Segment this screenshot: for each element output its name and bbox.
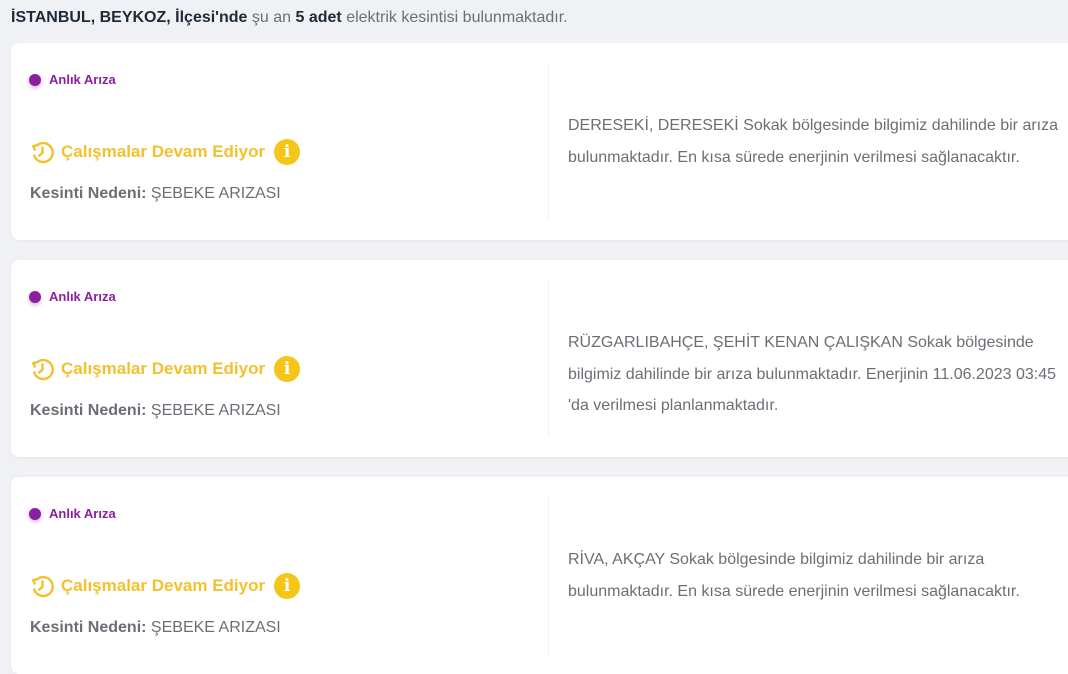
outage-type-label: Anlık Arıza bbox=[49, 506, 116, 521]
outage-card: Anlık Arıza Çalışmalar Devam Ediyor i Ke… bbox=[11, 477, 1068, 674]
outage-type-tag: Anlık Arıza bbox=[29, 72, 116, 87]
outage-reason-value: ŞEBEKE ARIZASI bbox=[150, 402, 281, 419]
outage-message: DERESEKİ, DERESEKİ Sokak bölgesinde bilg… bbox=[568, 117, 1059, 166]
outage-card-left: Anlık Arıza Çalışmalar Devam Ediyor i Ke… bbox=[11, 260, 548, 457]
summary-location: İSTANBUL, BEYKOZ, İlçesi'nde bbox=[11, 9, 248, 26]
outage-type-dot bbox=[29, 73, 41, 86]
outage-status-label: Çalışmalar Devam Ediyor bbox=[61, 576, 266, 595]
card-divider bbox=[548, 63, 549, 220]
outage-reason-label: Kesinti Nedeni: bbox=[30, 619, 147, 636]
outage-summary: İSTANBUL, BEYKOZ, İlçesi'nde şu an 5 ade… bbox=[11, 6, 568, 30]
outage-type-dot bbox=[29, 290, 41, 303]
summary-post-count: elektrik kesintisi bulunmaktadır. bbox=[346, 9, 568, 26]
clock-rotate-icon bbox=[32, 358, 54, 381]
outage-reason: Kesinti Nedeni: ŞEBEKE ARIZASI bbox=[30, 619, 281, 637]
clock-rotate-icon bbox=[32, 141, 54, 164]
summary-pre-count: şu an bbox=[251, 9, 292, 26]
outage-card: Anlık Arıza Çalışmalar Devam Ediyor i Ke… bbox=[11, 43, 1068, 240]
info-icon[interactable]: i bbox=[274, 573, 301, 599]
outage-type-label: Anlık Arıza bbox=[49, 289, 116, 304]
outage-reason-value: ŞEBEKE ARIZASI bbox=[150, 619, 281, 636]
outage-reason-value: ŞEBEKE ARIZASI bbox=[150, 185, 281, 202]
outage-status: Çalışmalar Devam Ediyor i bbox=[29, 138, 301, 166]
info-icon[interactable]: i bbox=[274, 139, 301, 165]
summary-count: 5 adet bbox=[295, 9, 342, 26]
card-divider bbox=[548, 280, 549, 437]
outage-card-left: Anlık Arıza Çalışmalar Devam Ediyor i Ke… bbox=[11, 43, 548, 240]
outage-status: Çalışmalar Devam Ediyor i bbox=[29, 572, 301, 600]
outage-message: RİVA, AKÇAY Sokak bölgesinde bilgimiz da… bbox=[568, 551, 1020, 600]
card-divider bbox=[548, 497, 549, 654]
outage-type-label: Anlık Arıza bbox=[49, 72, 116, 87]
outage-reason-label: Kesinti Nedeni: bbox=[30, 402, 147, 419]
outage-reason: Kesinti Nedeni: ŞEBEKE ARIZASI bbox=[30, 185, 281, 203]
outage-type-tag: Anlık Arıza bbox=[29, 289, 116, 304]
outage-reason: Kesinti Nedeni: ŞEBEKE ARIZASI bbox=[30, 402, 281, 420]
clock-rotate-icon bbox=[32, 575, 54, 598]
outage-card-left: Anlık Arıza Çalışmalar Devam Ediyor i Ke… bbox=[11, 477, 548, 674]
outage-reason-label: Kesinti Nedeni: bbox=[30, 185, 147, 202]
outage-status-label: Çalışmalar Devam Ediyor bbox=[61, 359, 266, 378]
info-icon[interactable]: i bbox=[274, 356, 301, 382]
outage-type-tag: Anlık Arıza bbox=[29, 506, 116, 521]
outage-status: Çalışmalar Devam Ediyor i bbox=[29, 355, 301, 383]
outage-message: RÜZGARLIBAHÇE, ŞEHİT KENAN ÇALIŞKAN Soka… bbox=[568, 334, 1057, 414]
outage-card: Anlık Arıza Çalışmalar Devam Ediyor i Ke… bbox=[11, 260, 1068, 457]
outage-status-label: Çalışmalar Devam Ediyor bbox=[61, 142, 266, 161]
outage-type-dot bbox=[29, 507, 41, 520]
